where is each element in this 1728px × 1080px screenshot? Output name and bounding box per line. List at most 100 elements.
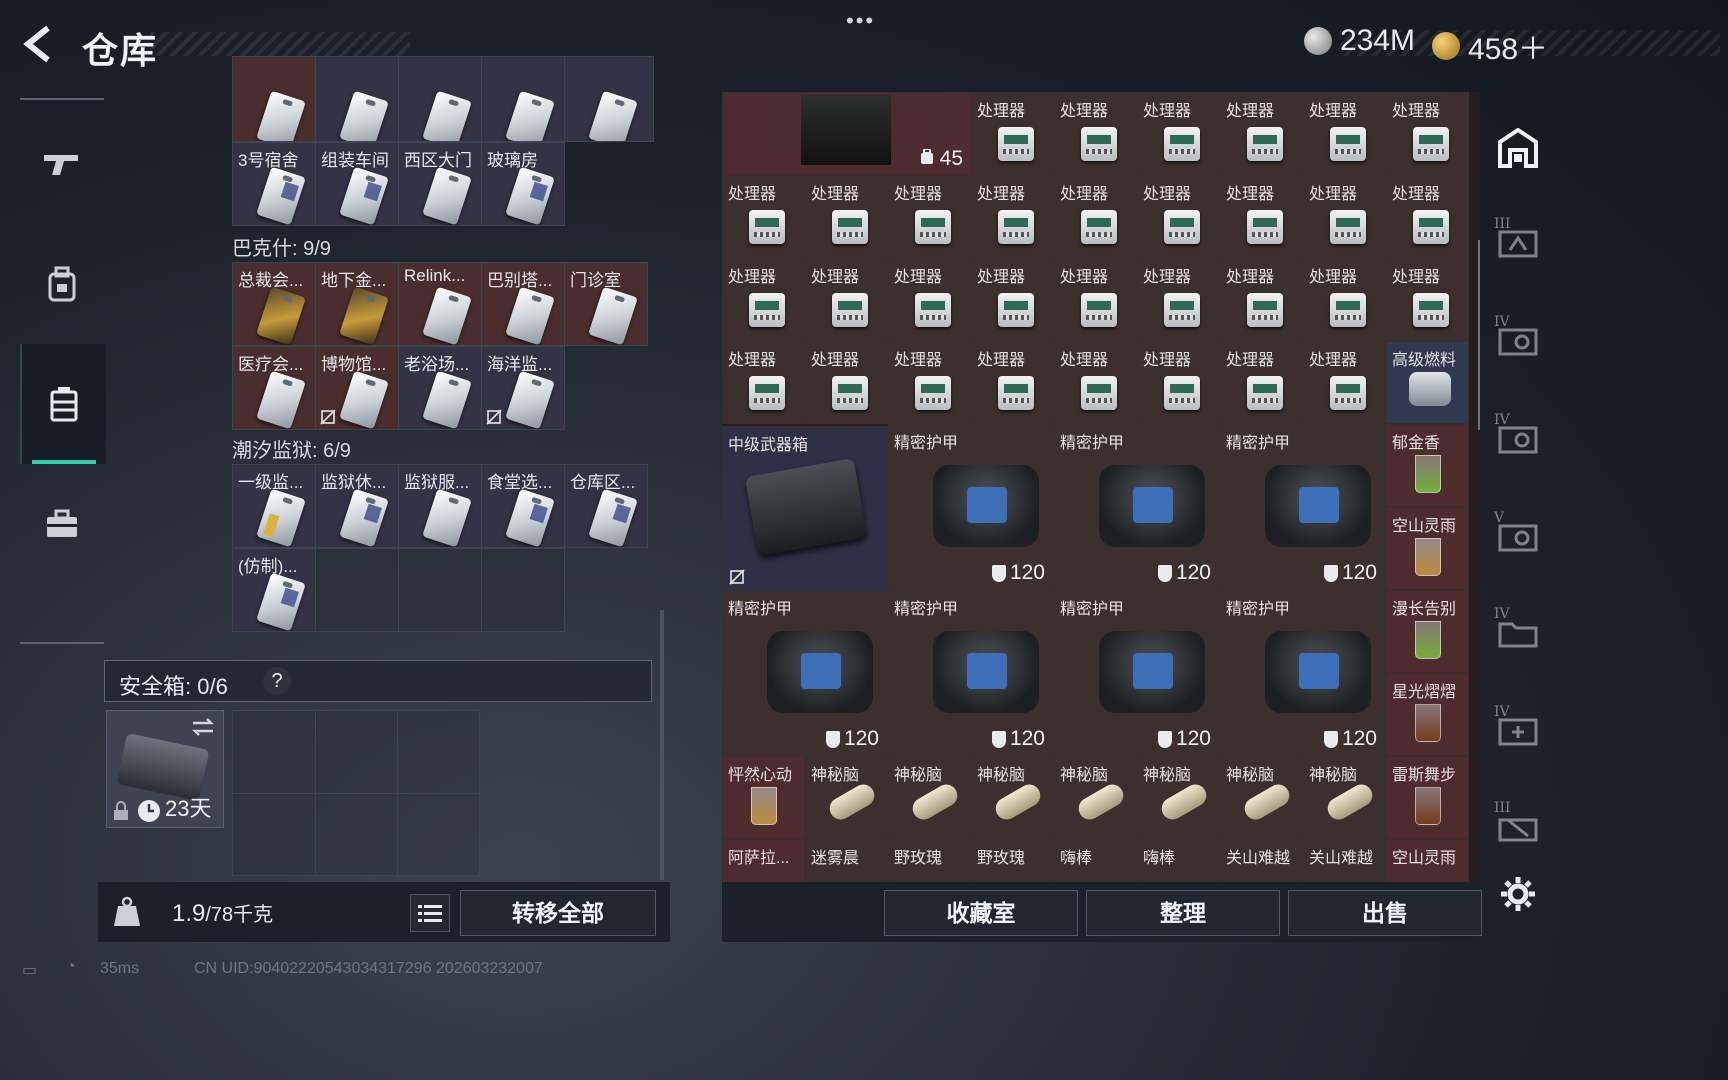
armor-item[interactable]: 精密护甲 120 — [1220, 590, 1386, 756]
processor-item[interactable]: 处理器 — [1220, 92, 1303, 175]
processor-item[interactable]: 处理器 — [1303, 175, 1386, 258]
processor-item[interactable]: 处理器 — [1386, 258, 1469, 341]
mystery-brain-item[interactable]: 神秘脑 — [888, 756, 971, 839]
processor-item[interactable]: 处理器 — [1137, 341, 1220, 424]
processor-item[interactable]: 处理器 — [888, 175, 971, 258]
expansion-tab-iii[interactable]: III — [1490, 214, 1546, 270]
drink-item[interactable]: 漫长告别 — [1386, 590, 1469, 673]
drink-item[interactable]: 星光熠熠 — [1386, 673, 1469, 756]
processor-item[interactable]: 处理器 — [1386, 175, 1469, 258]
warehouse-tab[interactable] — [1490, 120, 1546, 176]
mystery-brain-item[interactable]: 神秘脑 — [971, 756, 1054, 839]
processor-item[interactable]: 处理器 — [888, 341, 971, 424]
armor-item[interactable]: 精密护甲 120 — [888, 424, 1054, 590]
keycard-slot[interactable] — [564, 56, 654, 142]
backpack-scrollbar[interactable] — [660, 610, 664, 880]
processor-item[interactable]: 处理器 — [722, 341, 805, 424]
processor-item[interactable]: 处理器 — [1054, 92, 1137, 175]
processor-item[interactable]: 处理器 — [805, 258, 888, 341]
mystery-brain-item[interactable]: 神秘脑 — [1137, 756, 1220, 839]
empty-slot[interactable] — [481, 548, 565, 632]
processor-item[interactable]: 处理器 — [1054, 341, 1137, 424]
currency-gold[interactable]: 458＋ — [1432, 24, 1548, 68]
processor-item[interactable]: 处理器 — [1054, 175, 1137, 258]
nav-weapons[interactable] — [20, 104, 104, 224]
drink-item[interactable]: 怦然心动 — [722, 756, 805, 839]
keycard-slot[interactable]: 监狱休... — [315, 464, 399, 548]
processor-item[interactable]: 处理器 — [1220, 175, 1303, 258]
keycard-slot[interactable] — [481, 56, 571, 142]
more-menu-icon[interactable]: ••• — [846, 8, 875, 34]
expansion-tab-iv[interactable]: IV — [1490, 312, 1546, 368]
processor-item[interactable]: 处理器 — [805, 341, 888, 424]
mystery-brain-item[interactable]: 神秘脑 — [1054, 756, 1137, 839]
processor-item[interactable]: 处理器 — [971, 258, 1054, 341]
armor-item[interactable]: 精密护甲 120 — [1054, 424, 1220, 590]
keycard-slot[interactable]: 医疗会... — [232, 346, 316, 430]
processor-item[interactable]: 处理器 — [1303, 92, 1386, 175]
help-icon[interactable]: ? — [263, 667, 291, 695]
armor-item[interactable]: 精密护甲 120 — [888, 590, 1054, 756]
mystery-brain-item[interactable]: 神秘脑 — [1303, 756, 1386, 839]
sort-button[interactable]: 整理 — [1086, 890, 1280, 936]
processor-item[interactable]: 处理器 — [1137, 258, 1220, 341]
keycard-slot[interactable]: 组装车间 — [315, 142, 399, 226]
drink-item[interactable]: 雷斯舞步 — [1386, 756, 1469, 839]
nav-briefcase[interactable] — [20, 464, 104, 584]
processor-item[interactable]: 处理器 — [1137, 175, 1220, 258]
processor-item[interactable]: 处理器 — [971, 175, 1054, 258]
keycard-slot[interactable] — [398, 56, 488, 142]
expansion-tab-iii-2[interactable]: III — [1490, 798, 1546, 854]
keycard-slot[interactable]: 地下金... — [315, 262, 399, 346]
processor-item[interactable]: 处理器 — [1303, 258, 1386, 341]
nav-equipment[interactable] — [20, 224, 104, 344]
fuel-item[interactable]: 高级燃料 — [1386, 341, 1469, 424]
warehouse-scrollbar[interactable] — [1478, 240, 1480, 430]
drink-item[interactable]: 空山灵雨 — [1386, 507, 1469, 590]
list-view-button[interactable] — [410, 894, 450, 932]
processor-item[interactable]: 处理器 — [1054, 258, 1137, 341]
processor-item[interactable]: 处理器 — [805, 175, 888, 258]
processor-item[interactable]: 处理器 — [1137, 92, 1220, 175]
keycard-slot[interactable]: 食堂选... — [481, 464, 565, 548]
keycard-slot[interactable]: (仿制)... — [232, 548, 316, 632]
mystery-brain-item[interactable]: 神秘脑 — [1220, 756, 1303, 839]
keycard-slot[interactable]: 门诊室 — [564, 262, 648, 346]
armor-item[interactable]: 精密护甲 120 — [1054, 590, 1220, 756]
keycard-slot[interactable] — [315, 56, 405, 142]
empty-slot[interactable] — [315, 548, 399, 632]
safebox-grid[interactable] — [232, 710, 480, 876]
processor-item[interactable]: 处理器 — [1220, 258, 1303, 341]
keycard-slot[interactable]: 玻璃房 — [481, 142, 565, 226]
processor-item[interactable]: 处理器 — [1386, 92, 1469, 175]
processor-item[interactable]: 处理器 — [971, 92, 1054, 175]
settings-button[interactable] — [1490, 866, 1546, 922]
weapon-box-item[interactable]: 中级武器箱 — [722, 426, 888, 592]
keycard-slot[interactable] — [232, 56, 322, 142]
keycard-slot[interactable]: 总裁会... — [232, 262, 316, 346]
keycard-slot[interactable]: 监狱服... — [398, 464, 482, 548]
keycard-slot[interactable]: 海洋监... — [481, 346, 565, 430]
safebox-case[interactable]: 23天 — [106, 710, 224, 828]
backpack-item[interactable]: 45 — [722, 92, 972, 176]
expansion-tab-iv-2[interactable]: IV — [1490, 410, 1546, 466]
keycard-slot[interactable]: 博物馆... — [315, 346, 399, 430]
collection-room-button[interactable]: 收藏室 — [884, 890, 1078, 936]
armor-item[interactable]: 精密护甲 120 — [722, 590, 888, 756]
sell-button[interactable]: 出售 — [1288, 890, 1482, 936]
mystery-brain-item[interactable]: 神秘脑 — [805, 756, 888, 839]
processor-item[interactable]: 处理器 — [1303, 341, 1386, 424]
expansion-tab-iv-4[interactable]: IV — [1490, 702, 1546, 758]
processor-item[interactable]: 处理器 — [722, 258, 805, 341]
keycard-slot[interactable]: 巴别塔... — [481, 262, 565, 346]
keycard-slot[interactable]: 老浴场... — [398, 346, 482, 430]
expansion-tab-iv-3[interactable]: IV — [1490, 604, 1546, 660]
keycard-slot[interactable]: 仓库区... — [564, 464, 648, 548]
processor-item[interactable]: 处理器 — [1220, 341, 1303, 424]
armor-item[interactable]: 精密护甲 120 — [1220, 424, 1386, 590]
keycard-slot[interactable]: Relink... — [398, 262, 482, 346]
back-arrow-icon[interactable] — [18, 22, 62, 66]
keycard-slot[interactable]: 一级监... — [232, 464, 316, 548]
processor-item[interactable]: 处理器 — [888, 258, 971, 341]
swap-icon[interactable] — [191, 717, 215, 737]
